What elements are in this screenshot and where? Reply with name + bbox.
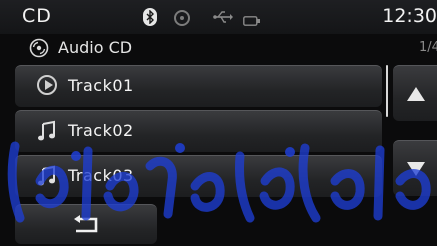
track-item-3[interactable]: Track03 — [15, 155, 382, 197]
play-icon — [37, 75, 57, 95]
track-label: Track02 — [68, 121, 134, 140]
scroll-up-button[interactable] — [393, 65, 437, 121]
back-button[interactable] — [15, 204, 157, 244]
scroll-down-button[interactable] — [393, 140, 437, 196]
arrow-down-icon — [407, 162, 425, 176]
source-label: CD — [22, 5, 52, 27]
arrow-up-icon — [407, 87, 425, 101]
bluetooth-icon — [143, 8, 157, 26]
clock: 12:30 — [382, 5, 437, 27]
track-label: Track03 — [68, 166, 134, 185]
scrollbar-thumb[interactable] — [386, 65, 388, 117]
track-item-1[interactable]: Track01 — [15, 65, 382, 107]
status-bar: CD 12:30 — [0, 0, 437, 34]
page-title: Audio CD — [58, 38, 133, 57]
disc-icon — [174, 10, 190, 26]
track-item-2[interactable]: Track02 — [15, 110, 382, 152]
page-indicator: 1/4 — [419, 40, 437, 55]
usb-icon — [213, 9, 233, 28]
music-note-icon — [37, 120, 57, 146]
cd-icon — [29, 38, 49, 58]
back-arrow-icon — [72, 215, 100, 239]
content-header: Audio CD 1/4 — [0, 34, 437, 64]
music-note-icon — [37, 165, 57, 191]
battery-icon — [243, 11, 261, 30]
track-label: Track01 — [68, 76, 134, 95]
